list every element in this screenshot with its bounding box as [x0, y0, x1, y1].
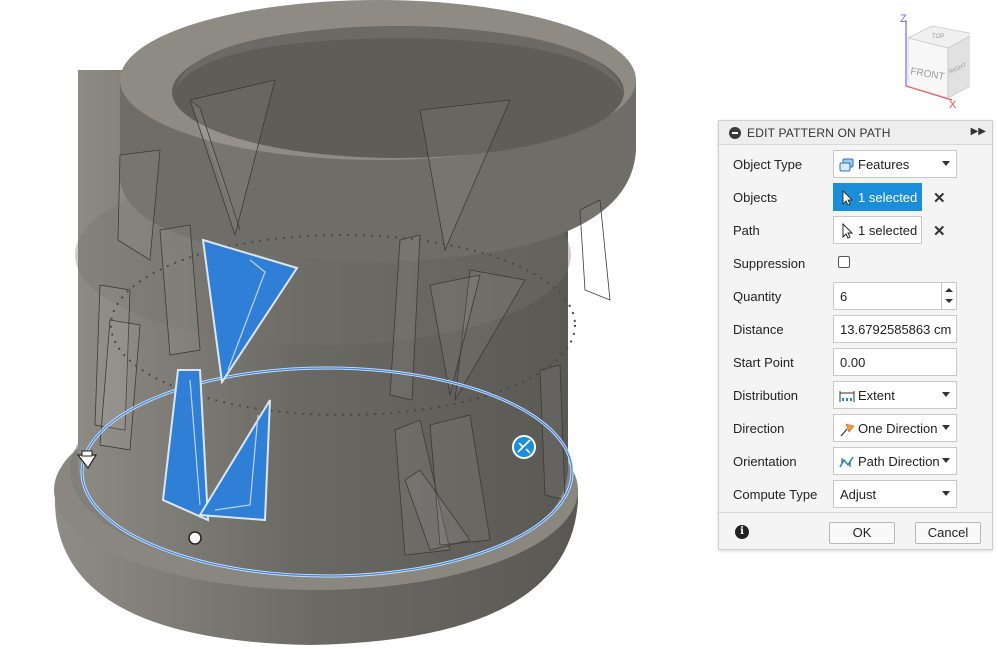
quantity-spinner[interactable] — [941, 283, 956, 309]
quantity-value: 6 — [840, 289, 848, 304]
decrement-icon[interactable] — [945, 299, 953, 303]
row-objects: Objects 1 selected ✕ — [719, 181, 992, 214]
suppression-checkbox[interactable] — [838, 256, 850, 268]
increment-icon[interactable] — [945, 288, 953, 292]
row-path: Path 1 selected ✕ — [719, 214, 992, 247]
cursor-icon — [842, 223, 854, 239]
row-distance: Distance 13.6792585863 cm — [719, 313, 992, 346]
row-object-type: Object Type Features — [719, 148, 992, 181]
path-selector-button[interactable]: 1 selected — [833, 216, 922, 244]
objects-selector-button[interactable]: 1 selected — [833, 183, 922, 211]
row-direction: Direction One Direction — [719, 412, 992, 445]
clear-path-icon[interactable]: ✕ — [933, 222, 946, 240]
start-point-input[interactable]: 0.00 — [833, 348, 957, 376]
info-icon[interactable]: i — [735, 525, 749, 539]
clear-objects-icon[interactable]: ✕ — [933, 189, 946, 207]
suppression-label: Suppression — [733, 256, 806, 271]
compute-type-value: Adjust — [840, 487, 877, 502]
start-point-value: 0.00 — [840, 355, 866, 370]
chevron-down-icon — [942, 392, 950, 397]
row-start-point: Start Point 0.00 — [719, 346, 992, 379]
compute-type-label: Compute Type — [733, 487, 818, 502]
distance-input[interactable]: 13.6792585863 cm — [833, 315, 957, 343]
object-type-value: Features — [858, 157, 910, 172]
cancel-button[interactable]: Cancel — [915, 522, 981, 544]
start-point-handle[interactable] — [188, 531, 202, 545]
features-icon — [839, 158, 854, 172]
objects-value: 1 selected — [858, 190, 918, 205]
extent-icon — [839, 391, 855, 402]
chevron-down-icon — [942, 425, 950, 430]
path-label: Path — [733, 223, 760, 238]
distance-label: Distance — [733, 322, 784, 337]
distribution-value: Extent — [858, 388, 895, 403]
direction-label: Direction — [733, 421, 785, 436]
one-direction-icon — [840, 423, 855, 437]
quantity-label: Quantity — [733, 289, 782, 304]
path-direction-icon — [839, 456, 854, 468]
chevron-down-icon — [942, 458, 950, 463]
orientation-dropdown[interactable]: Path Direction — [833, 447, 957, 475]
top-rim — [120, 0, 636, 262]
orientation-value: Path Direction — [858, 454, 940, 469]
distance-handle-icon[interactable] — [512, 435, 536, 459]
distance-value: 13.6792585863 cm — [840, 322, 952, 337]
row-suppression: Suppression — [719, 247, 992, 280]
ok-button[interactable]: OK — [829, 522, 895, 544]
row-compute-type: Compute Type Adjust — [719, 478, 992, 511]
cursor-icon — [842, 190, 853, 206]
orientation-label: Orientation — [733, 454, 797, 469]
dialog-title: EDIT PATTERN ON PATH — [747, 126, 891, 140]
path-value: 1 selected — [858, 223, 918, 238]
objects-label: Objects — [733, 190, 778, 205]
distribution-label: Distribution — [733, 388, 799, 403]
row-distribution: Distribution Extent — [719, 379, 992, 412]
object-type-dropdown[interactable]: Features — [833, 150, 957, 178]
axis-x-label: X — [949, 99, 957, 108]
direction-dropdown[interactable]: One Direction — [833, 414, 957, 442]
chevron-down-icon — [942, 161, 950, 166]
quantity-stepper[interactable]: 6 — [833, 282, 957, 310]
distribution-dropdown[interactable]: Extent — [833, 381, 957, 409]
axis-z-label: Z — [900, 13, 907, 25]
object-type-label: Object Type — [733, 157, 803, 172]
dialog-header[interactable]: EDIT PATTERN ON PATH ▶▶ — [719, 121, 992, 145]
dialog-footer: i OK Cancel — [719, 512, 992, 551]
expand-panel-icon[interactable]: ▶▶ — [971, 126, 986, 137]
edit-pattern-on-path-dialog: EDIT PATTERN ON PATH ▶▶ Object Type Feat… — [718, 120, 993, 550]
chevron-down-icon — [942, 491, 950, 496]
start-point-label: Start Point — [733, 355, 794, 370]
compute-type-dropdown[interactable]: Adjust — [833, 480, 957, 508]
collapse-icon[interactable] — [729, 127, 741, 139]
face-top-label: TOP — [932, 34, 944, 40]
row-orientation: Orientation Path Direction — [719, 445, 992, 478]
direction-value: One Direction — [858, 421, 938, 436]
row-quantity: Quantity 6 — [719, 280, 992, 313]
view-cube[interactable]: Z X TOP FRONT RIGHT — [890, 8, 970, 108]
